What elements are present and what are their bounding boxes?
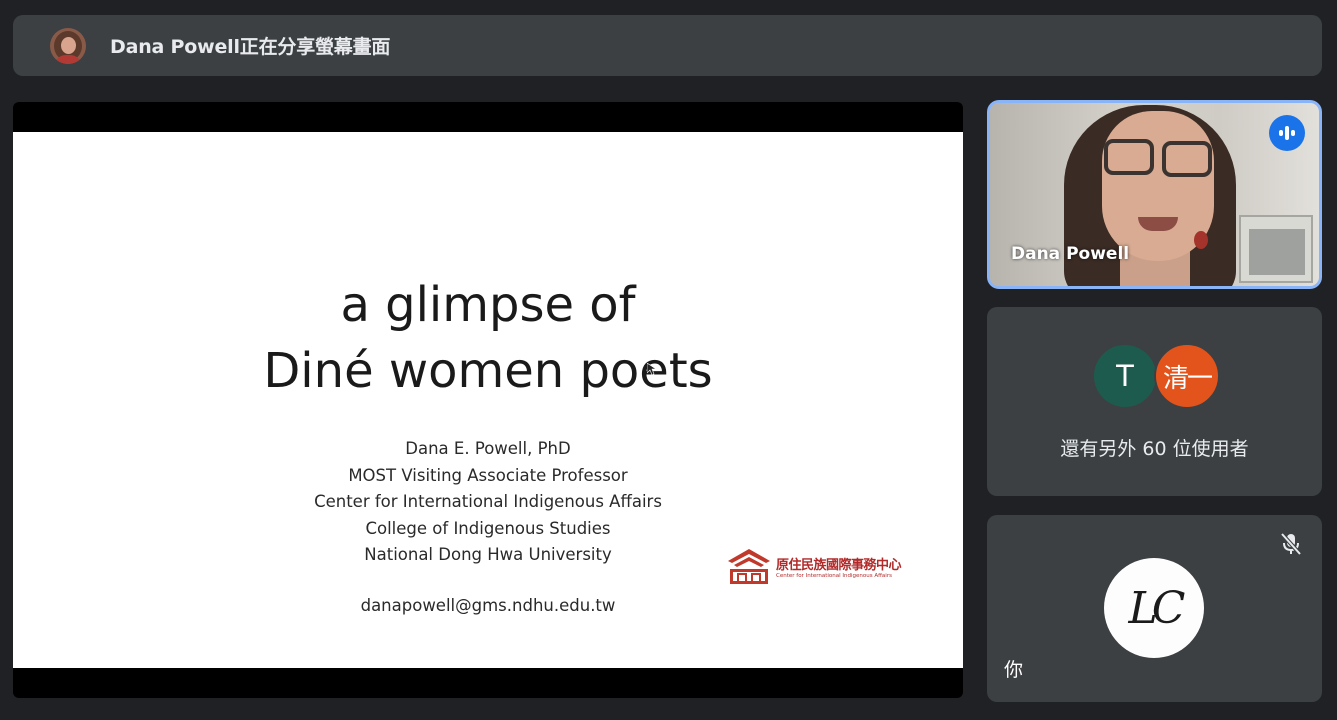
self-video-tile[interactable]: LC 你 bbox=[987, 515, 1322, 702]
self-label: 你 bbox=[1004, 659, 1024, 681]
logo-chinese-text: 原住民族國際事務中心 bbox=[776, 557, 902, 573]
shared-screen[interactable]: a glimpse of Diné women poets Dana E. Po… bbox=[13, 102, 963, 698]
other-participants-count: 還有另外 60 位使用者 bbox=[1060, 438, 1249, 460]
presenting-banner: Dana Powell正在分享螢幕畫面 bbox=[13, 15, 1322, 76]
author-center: Center for International Indigenous Affa… bbox=[314, 492, 662, 511]
presenter-avatar bbox=[50, 27, 86, 64]
author-college: College of Indigenous Studies bbox=[365, 518, 611, 538]
participant-avatar: 清一 bbox=[1154, 343, 1220, 409]
author-name: Dana E. Powell, PhD bbox=[405, 439, 571, 458]
slide-title-line-1: a glimpse of bbox=[340, 277, 636, 333]
presentation-slide: a glimpse of Diné women poets Dana E. Po… bbox=[13, 132, 963, 668]
slide-title: a glimpse of Diné women poets bbox=[13, 272, 963, 404]
author-position: MOST Visiting Associate Professor bbox=[348, 465, 628, 485]
participant-avatar: T bbox=[1092, 343, 1158, 409]
speaker-name: Dana Powell bbox=[1011, 244, 1130, 264]
logo-english-text: Center for International Indigenous Affa… bbox=[776, 572, 892, 579]
center-logo: 原住民族國際事務中心 Center for International Indi… bbox=[726, 546, 916, 586]
slide-title-line-2: Diné women poets bbox=[263, 343, 713, 399]
author-email: danapowell@gms.ndhu.edu.tw bbox=[360, 596, 616, 615]
mouse-cursor-icon bbox=[647, 363, 657, 375]
center-logo-icon bbox=[728, 549, 770, 584]
self-avatar: LC bbox=[1104, 558, 1204, 658]
speaker-video-tile[interactable]: Dana Powell bbox=[987, 100, 1322, 289]
mic-off-icon bbox=[1280, 532, 1302, 556]
speaking-indicator-icon bbox=[1269, 115, 1305, 151]
other-participants-tile[interactable]: T 清一 還有另外 60 位使用者 bbox=[987, 307, 1322, 496]
presenting-text: Dana Powell正在分享螢幕畫面 bbox=[110, 36, 391, 58]
